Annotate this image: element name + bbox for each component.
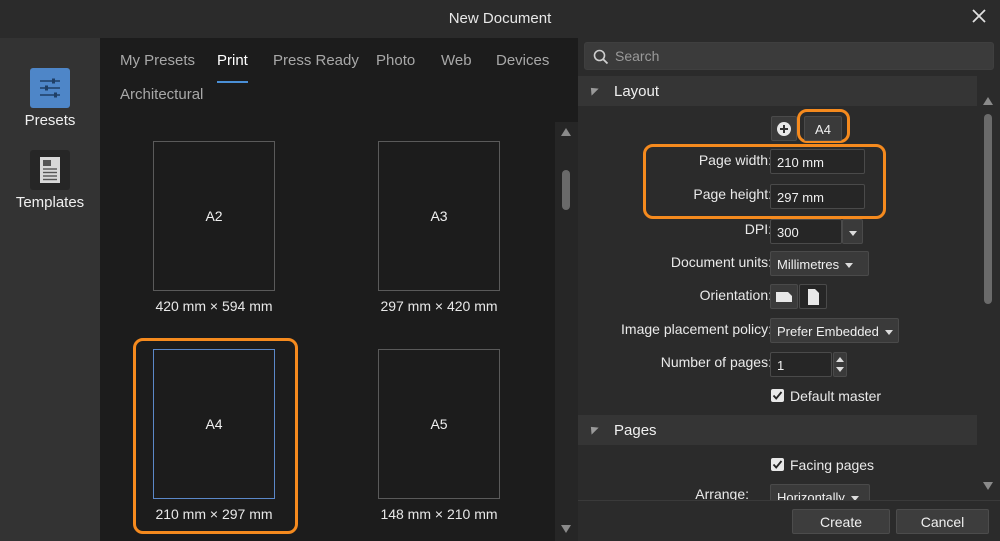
search-icon bbox=[593, 49, 609, 65]
orientation-label: Orientation: bbox=[699, 287, 772, 303]
tab-web[interactable]: Web bbox=[441, 52, 472, 69]
dpi-label: DPI: bbox=[744, 221, 772, 237]
preset-scrollbar[interactable] bbox=[555, 122, 578, 541]
settings-scrollbar[interactable] bbox=[977, 94, 1000, 495]
chevron-down-icon bbox=[849, 231, 857, 237]
preset-grid: A2 420 mm × 594 mm A3 297 mm × 420 mm A4… bbox=[100, 122, 555, 541]
landscape-icon bbox=[776, 292, 792, 302]
pages-section-header[interactable]: Pages bbox=[578, 415, 977, 445]
collapse-triangle-icon bbox=[587, 423, 599, 435]
preset-card-a3[interactable]: A3 bbox=[378, 141, 500, 291]
sidebar-item-presets[interactable]: Presets bbox=[0, 68, 100, 129]
arrange-value: Horizontally bbox=[777, 490, 845, 500]
cancel-button[interactable]: Cancel bbox=[896, 509, 989, 534]
sidebar-item-templates[interactable]: Templates bbox=[0, 150, 100, 211]
page-height-input[interactable]: 297 mm bbox=[770, 184, 865, 209]
arrange-row-clip: Arrange: Horizontally bbox=[578, 482, 977, 500]
settings-panel: Layout A4 Page width: 210 mm Page height… bbox=[578, 38, 1000, 541]
presets-icon bbox=[30, 68, 70, 108]
close-icon[interactable] bbox=[972, 9, 986, 23]
section-title: Pages bbox=[614, 422, 657, 439]
preset-name: A2 bbox=[205, 208, 223, 224]
active-tab-underline bbox=[217, 81, 248, 83]
window-title: New Document bbox=[448, 10, 552, 27]
document-units-label: Document units: bbox=[670, 254, 772, 270]
preset-size: 297 mm × 420 mm bbox=[380, 298, 498, 314]
image-placement-select[interactable]: Prefer Embedded bbox=[770, 318, 899, 343]
add-preset-button[interactable] bbox=[771, 116, 797, 141]
arrange-label: Arrange: bbox=[695, 486, 749, 500]
preset-size: 148 mm × 210 mm bbox=[380, 506, 498, 522]
preset-card-a4[interactable]: A4 bbox=[153, 349, 275, 499]
scrollbar-thumb[interactable] bbox=[562, 170, 570, 210]
scroll-down-icon[interactable] bbox=[983, 482, 993, 490]
sidebar: Presets Templates bbox=[0, 38, 100, 541]
layout-section-header[interactable]: Layout bbox=[578, 76, 977, 106]
search-box[interactable] bbox=[584, 42, 994, 70]
checkmark-icon bbox=[772, 391, 783, 400]
page-width-input[interactable]: 210 mm bbox=[770, 149, 865, 174]
tab-my-presets[interactable]: My Presets bbox=[120, 52, 195, 69]
tab-print[interactable]: Print bbox=[217, 52, 248, 69]
tab-press-ready[interactable]: Press Ready bbox=[273, 52, 359, 69]
preset-size: 210 mm × 297 mm bbox=[155, 506, 273, 522]
portrait-button[interactable] bbox=[799, 284, 827, 309]
chevron-down-icon bbox=[884, 330, 893, 336]
scroll-down-icon[interactable] bbox=[561, 525, 571, 533]
plus-circle-icon bbox=[777, 122, 791, 136]
scrollbar-thumb[interactable] bbox=[984, 114, 992, 304]
scroll-up-icon[interactable] bbox=[561, 128, 571, 136]
page-height-label: Page height: bbox=[693, 186, 772, 202]
tab-devices[interactable]: Devices bbox=[496, 52, 549, 69]
image-placement-label: Image placement policy: bbox=[621, 321, 772, 337]
preset-name: A4 bbox=[205, 416, 223, 432]
facing-pages-label: Facing pages bbox=[790, 457, 875, 473]
number-of-pages-input[interactable]: 1 bbox=[770, 352, 832, 377]
collapse-triangle-icon bbox=[587, 84, 599, 96]
default-master-checkbox[interactable] bbox=[771, 389, 784, 402]
default-master-label: Default master bbox=[790, 388, 882, 404]
arrange-select[interactable]: Horizontally bbox=[770, 484, 870, 500]
sidebar-item-label: Presets bbox=[24, 112, 76, 129]
chevron-down-icon bbox=[845, 263, 854, 269]
dpi-input[interactable]: 300 bbox=[770, 219, 842, 244]
sidebar-item-label: Templates bbox=[15, 194, 85, 211]
preset-card-a5[interactable]: A5 bbox=[378, 349, 500, 499]
templates-icon bbox=[30, 150, 70, 190]
preset-size: 420 mm × 594 mm bbox=[155, 298, 273, 314]
tab-architectural[interactable]: Architectural bbox=[120, 86, 203, 103]
dpi-dropdown-button[interactable] bbox=[842, 219, 863, 244]
document-units-value: Millimetres bbox=[777, 257, 840, 272]
checkmark-icon bbox=[772, 460, 783, 469]
title-bar: New Document bbox=[0, 0, 1000, 38]
stepper-arrows-icon bbox=[836, 357, 844, 372]
presets-panel: My Presets Print Press Ready Photo Web D… bbox=[100, 38, 578, 541]
landscape-button[interactable] bbox=[770, 284, 798, 309]
image-placement-value: Prefer Embedded bbox=[777, 324, 879, 339]
number-of-pages-label: Number of pages: bbox=[660, 354, 772, 370]
preset-card-a2[interactable]: A2 bbox=[153, 141, 275, 291]
page-width-label: Page width: bbox=[698, 152, 772, 168]
tab-photo[interactable]: Photo bbox=[376, 52, 415, 69]
preset-name: A3 bbox=[430, 208, 448, 224]
scroll-up-icon[interactable] bbox=[983, 97, 993, 105]
preset-name: A5 bbox=[430, 416, 448, 432]
section-title: Layout bbox=[614, 83, 660, 100]
pages-stepper[interactable] bbox=[833, 352, 847, 377]
create-button[interactable]: Create bbox=[792, 509, 890, 534]
portrait-icon bbox=[808, 289, 819, 305]
facing-pages-checkbox[interactable] bbox=[771, 458, 784, 471]
document-units-select[interactable]: Millimetres bbox=[770, 251, 869, 276]
preset-name-field[interactable]: A4 bbox=[804, 116, 842, 141]
search-input[interactable] bbox=[615, 46, 985, 66]
dialog-footer: Create Cancel bbox=[578, 500, 1000, 541]
